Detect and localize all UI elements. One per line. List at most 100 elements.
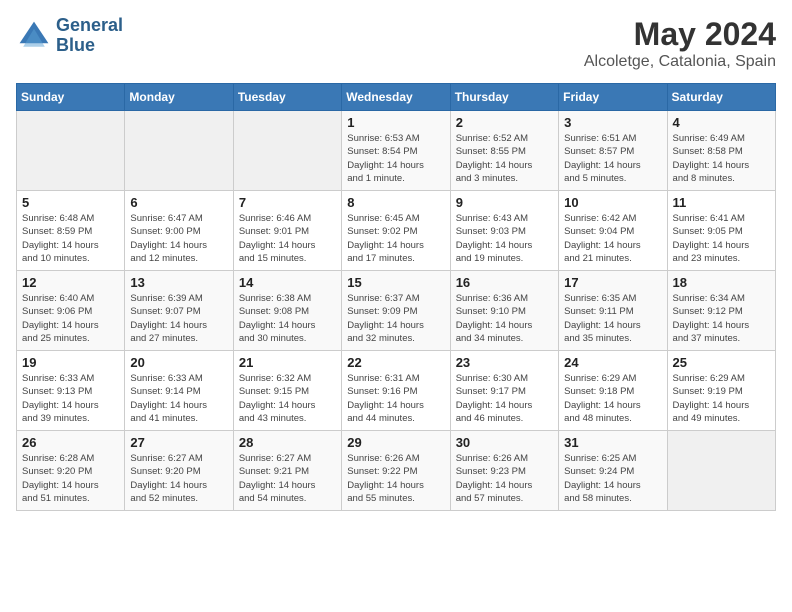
day-number: 20 xyxy=(130,355,227,370)
day-info: Sunrise: 6:45 AM Sunset: 9:02 PM Dayligh… xyxy=(347,212,444,265)
day-cell xyxy=(667,431,775,511)
day-info: Sunrise: 6:46 AM Sunset: 9:01 PM Dayligh… xyxy=(239,212,336,265)
day-info: Sunrise: 6:35 AM Sunset: 9:11 PM Dayligh… xyxy=(564,292,661,345)
day-cell: 5Sunrise: 6:48 AM Sunset: 8:59 PM Daylig… xyxy=(17,191,125,271)
day-cell: 6 Sunrise: 6:47 AM Sunset: 9:00 PM Daylig… xyxy=(125,191,233,271)
day-info: Sunrise: 6:43 AM Sunset: 9:03 PM Dayligh… xyxy=(456,212,553,265)
day-info: Sunrise: 6:25 AM Sunset: 9:24 PM Dayligh… xyxy=(564,452,661,505)
day-info: Sunrise: 6:49 AM Sunset: 8:58 PM Dayligh… xyxy=(673,132,770,185)
day-number: 10 xyxy=(564,195,661,210)
day-number: 23 xyxy=(456,355,553,370)
calendar-body: 1 Sunrise: 6:53 AM Sunset: 8:54 PM Daylig… xyxy=(17,111,776,511)
day-number: 24 xyxy=(564,355,661,370)
logo-text: General Blue xyxy=(56,16,123,56)
day-cell: 24Sunrise: 6:29 AM Sunset: 9:18 PM Dayli… xyxy=(559,351,667,431)
day-cell: 22Sunrise: 6:31 AM Sunset: 9:16 PM Dayli… xyxy=(342,351,450,431)
day-cell: 13 Sunrise: 6:39 AM Sunset: 9:07 PM Dayli… xyxy=(125,271,233,351)
header-day-friday: Friday xyxy=(559,84,667,111)
day-cell: 3 Sunrise: 6:51 AM Sunset: 8:57 PM Daylig… xyxy=(559,111,667,191)
day-info: Sunrise: 6:33 AM Sunset: 9:14 PM Dayligh… xyxy=(130,372,227,425)
day-number: 27 xyxy=(130,435,227,450)
day-cell: 16Sunrise: 6:36 AM Sunset: 9:10 PM Dayli… xyxy=(450,271,558,351)
day-cell: 17 Sunrise: 6:35 AM Sunset: 9:11 PM Dayli… xyxy=(559,271,667,351)
day-number: 12 xyxy=(22,275,119,290)
page-header: General Blue May 2024 Alcoletge, Catalon… xyxy=(16,16,776,71)
day-cell: 9 Sunrise: 6:43 AM Sunset: 9:03 PM Daylig… xyxy=(450,191,558,271)
month-year: May 2024 xyxy=(584,16,776,53)
day-info: Sunrise: 6:52 AM Sunset: 8:55 PM Dayligh… xyxy=(456,132,553,185)
day-number: 30 xyxy=(456,435,553,450)
day-cell: 31Sunrise: 6:25 AM Sunset: 9:24 PM Dayli… xyxy=(559,431,667,511)
header-day-thursday: Thursday xyxy=(450,84,558,111)
day-cell: 4 Sunrise: 6:49 AM Sunset: 8:58 PM Daylig… xyxy=(667,111,775,191)
header-day-monday: Monday xyxy=(125,84,233,111)
day-info: Sunrise: 6:38 AM Sunset: 9:08 PM Dayligh… xyxy=(239,292,336,345)
day-cell xyxy=(233,111,341,191)
header-day-saturday: Saturday xyxy=(667,84,775,111)
header-day-sunday: Sunday xyxy=(17,84,125,111)
day-cell: 15Sunrise: 6:37 AM Sunset: 9:09 PM Dayli… xyxy=(342,271,450,351)
day-info: Sunrise: 6:26 AM Sunset: 9:22 PM Dayligh… xyxy=(347,452,444,505)
day-info: Sunrise: 6:37 AM Sunset: 9:09 PM Dayligh… xyxy=(347,292,444,345)
day-cell: 26 Sunrise: 6:28 AM Sunset: 9:20 PM Dayli… xyxy=(17,431,125,511)
day-cell: 1 Sunrise: 6:53 AM Sunset: 8:54 PM Daylig… xyxy=(342,111,450,191)
day-number: 11 xyxy=(673,195,770,210)
day-cell: 2 Sunrise: 6:52 AM Sunset: 8:55 PM Daylig… xyxy=(450,111,558,191)
day-info: Sunrise: 6:31 AM Sunset: 9:16 PM Dayligh… xyxy=(347,372,444,425)
day-number: 2 xyxy=(456,115,553,130)
day-info: Sunrise: 6:33 AM Sunset: 9:13 PM Dayligh… xyxy=(22,372,119,425)
day-cell: 11Sunrise: 6:41 AM Sunset: 9:05 PM Dayli… xyxy=(667,191,775,271)
week-row-1: 5Sunrise: 6:48 AM Sunset: 8:59 PM Daylig… xyxy=(17,191,776,271)
day-number: 6 xyxy=(130,195,227,210)
day-cell: 23 Sunrise: 6:30 AM Sunset: 9:17 PM Dayli… xyxy=(450,351,558,431)
day-info: Sunrise: 6:29 AM Sunset: 9:19 PM Dayligh… xyxy=(673,372,770,425)
day-cell: 20 Sunrise: 6:33 AM Sunset: 9:14 PM Dayli… xyxy=(125,351,233,431)
day-cell: 19 Sunrise: 6:33 AM Sunset: 9:13 PM Dayli… xyxy=(17,351,125,431)
day-cell: 18Sunrise: 6:34 AM Sunset: 9:12 PM Dayli… xyxy=(667,271,775,351)
day-number: 4 xyxy=(673,115,770,130)
location: Alcoletge, Catalonia, Spain xyxy=(584,53,776,71)
day-number: 26 xyxy=(22,435,119,450)
day-cell: 30 Sunrise: 6:26 AM Sunset: 9:23 PM Dayli… xyxy=(450,431,558,511)
day-cell xyxy=(125,111,233,191)
week-row-4: 26 Sunrise: 6:28 AM Sunset: 9:20 PM Dayli… xyxy=(17,431,776,511)
day-info: Sunrise: 6:30 AM Sunset: 9:17 PM Dayligh… xyxy=(456,372,553,425)
day-cell xyxy=(17,111,125,191)
week-row-0: 1 Sunrise: 6:53 AM Sunset: 8:54 PM Daylig… xyxy=(17,111,776,191)
header-day-tuesday: Tuesday xyxy=(233,84,341,111)
day-info: Sunrise: 6:47 AM Sunset: 9:00 PM Dayligh… xyxy=(130,212,227,265)
day-cell: 27Sunrise: 6:27 AM Sunset: 9:20 PM Dayli… xyxy=(125,431,233,511)
day-number: 19 xyxy=(22,355,119,370)
day-cell: 14 Sunrise: 6:38 AM Sunset: 9:08 PM Dayli… xyxy=(233,271,341,351)
day-info: Sunrise: 6:32 AM Sunset: 9:15 PM Dayligh… xyxy=(239,372,336,425)
day-number: 1 xyxy=(347,115,444,130)
day-info: Sunrise: 6:53 AM Sunset: 8:54 PM Dayligh… xyxy=(347,132,444,185)
day-info: Sunrise: 6:42 AM Sunset: 9:04 PM Dayligh… xyxy=(564,212,661,265)
day-info: Sunrise: 6:48 AM Sunset: 8:59 PM Dayligh… xyxy=(22,212,119,265)
day-info: Sunrise: 6:40 AM Sunset: 9:06 PM Dayligh… xyxy=(22,292,119,345)
day-info: Sunrise: 6:51 AM Sunset: 8:57 PM Dayligh… xyxy=(564,132,661,185)
day-number: 14 xyxy=(239,275,336,290)
day-number: 7 xyxy=(239,195,336,210)
logo: General Blue xyxy=(16,16,123,56)
day-info: Sunrise: 6:27 AM Sunset: 9:21 PM Dayligh… xyxy=(239,452,336,505)
day-number: 9 xyxy=(456,195,553,210)
day-number: 17 xyxy=(564,275,661,290)
calendar-header: SundayMondayTuesdayWednesdayThursdayFrid… xyxy=(17,84,776,111)
day-info: Sunrise: 6:26 AM Sunset: 9:23 PM Dayligh… xyxy=(456,452,553,505)
day-info: Sunrise: 6:28 AM Sunset: 9:20 PM Dayligh… xyxy=(22,452,119,505)
day-cell: 12 Sunrise: 6:40 AM Sunset: 9:06 PM Dayli… xyxy=(17,271,125,351)
day-info: Sunrise: 6:39 AM Sunset: 9:07 PM Dayligh… xyxy=(130,292,227,345)
day-cell: 7 Sunrise: 6:46 AM Sunset: 9:01 PM Daylig… xyxy=(233,191,341,271)
day-number: 3 xyxy=(564,115,661,130)
logo-line2: Blue xyxy=(56,36,123,56)
day-number: 25 xyxy=(673,355,770,370)
day-cell: 10 Sunrise: 6:42 AM Sunset: 9:04 PM Dayli… xyxy=(559,191,667,271)
day-number: 29 xyxy=(347,435,444,450)
day-number: 16 xyxy=(456,275,553,290)
day-number: 13 xyxy=(130,275,227,290)
day-number: 18 xyxy=(673,275,770,290)
day-number: 28 xyxy=(239,435,336,450)
day-cell: 25 Sunrise: 6:29 AM Sunset: 9:19 PM Dayli… xyxy=(667,351,775,431)
day-cell: 29 Sunrise: 6:26 AM Sunset: 9:22 PM Dayli… xyxy=(342,431,450,511)
